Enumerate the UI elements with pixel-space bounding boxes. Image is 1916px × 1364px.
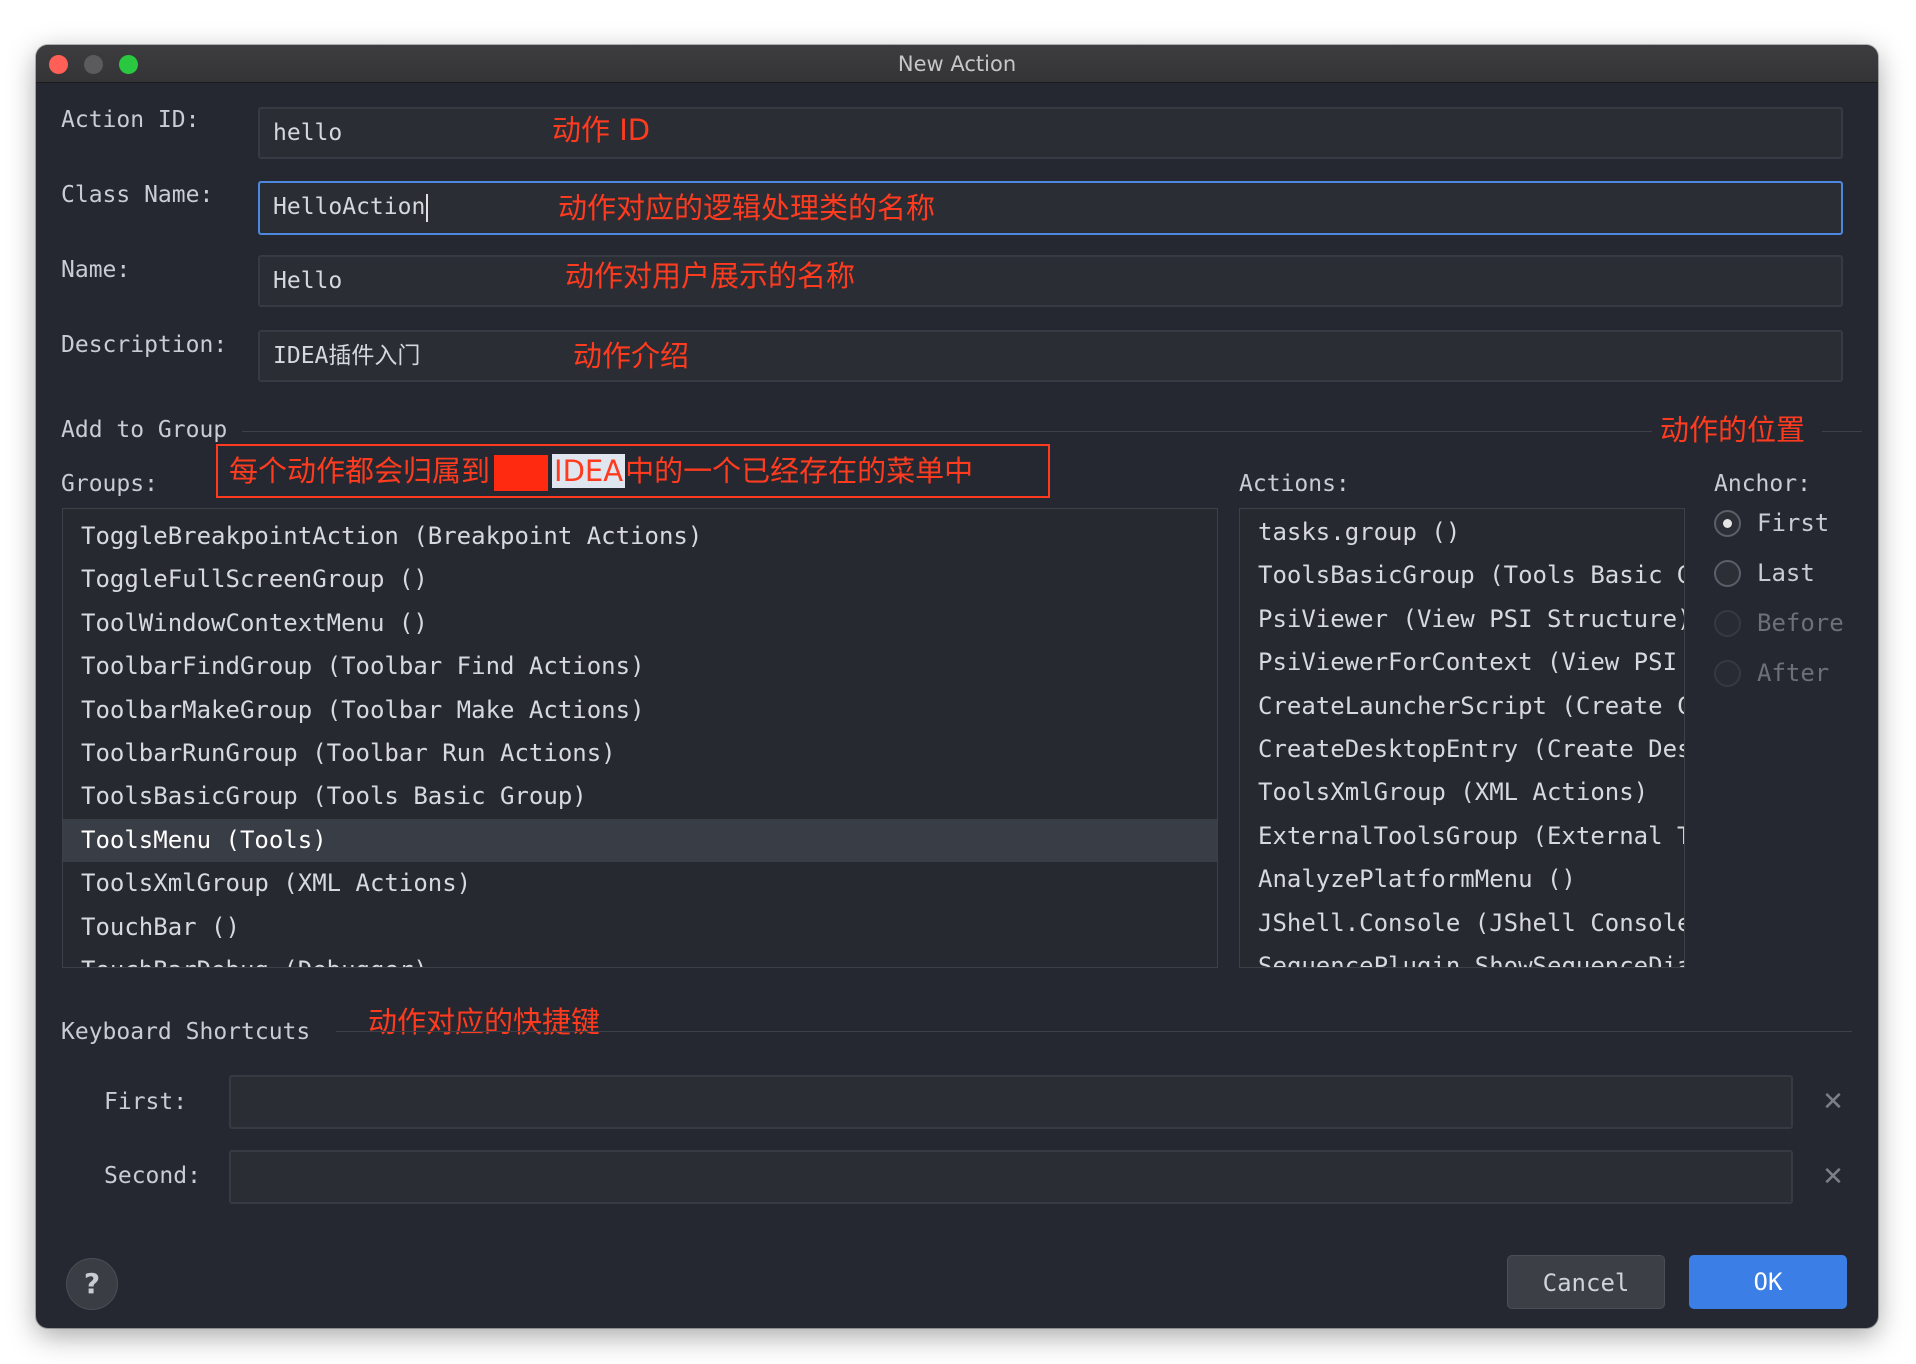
name-input[interactable]: Hello: [258, 255, 1843, 307]
list-item[interactable]: ToolsBasicGroup (Tools Basic Group): [1240, 554, 1684, 597]
redacted-mark: [494, 455, 549, 491]
list-item[interactable]: TouchBarDebug (Debugger): [63, 949, 1217, 967]
anchor-after-radio: After: [1714, 653, 1829, 693]
list-item[interactable]: ToggleBreakpointAction (Breakpoint Actio…: [63, 515, 1217, 558]
window-title: New Action: [897, 52, 1017, 76]
clear-second-shortcut-icon[interactable]: ✕: [1821, 1164, 1845, 1190]
class-name-value: HelloAction: [273, 194, 426, 220]
keyboard-shortcuts-heading: Keyboard Shortcuts: [61, 1019, 311, 1045]
anchor-first-radio[interactable]: First: [1714, 503, 1829, 543]
new-action-dialog: New Action Action ID: hello 动作 ID Class …: [36, 45, 1878, 1328]
cancel-button[interactable]: Cancel: [1507, 1255, 1665, 1309]
second-shortcut-input[interactable]: [229, 1150, 1793, 1204]
groups-list[interactable]: ToggleBreakpointAction (Breakpoint Actio…: [62, 508, 1218, 968]
actions-list[interactable]: tasks.group () ToolsBasicGroup (Tools Bas…: [1239, 508, 1685, 968]
class-name-label: Class Name:: [61, 182, 214, 208]
radio-button[interactable]: [1714, 559, 1741, 587]
radio-label: Before: [1757, 609, 1844, 637]
groups-annotation-highlight: IDEA: [552, 454, 626, 488]
description-annotation: 动作介绍: [573, 339, 690, 373]
anchor-label: Anchor:: [1714, 471, 1811, 497]
title-bar: New Action: [36, 45, 1878, 83]
list-item[interactable]: CreateDesktopEntry (Create Desktop Entry…: [1240, 728, 1684, 771]
radio-button: [1714, 659, 1741, 687]
list-item[interactable]: TouchBar (): [63, 906, 1217, 949]
list-item[interactable]: ExternalToolsGroup (External Tools): [1240, 815, 1684, 858]
anchor-radio-group: First Last Before After: [1714, 503, 1874, 703]
add-to-group-divider: [242, 431, 1652, 432]
list-item[interactable]: JShell.Console (JShell Console...): [1240, 902, 1684, 945]
anchor-annotation: 动作的位置: [1660, 413, 1806, 447]
list-item[interactable]: ToggleFullScreenGroup (): [63, 558, 1217, 601]
list-item[interactable]: PsiViewerForContext (View PSI Structure …: [1240, 641, 1684, 684]
actions-label: Actions:: [1239, 471, 1350, 497]
help-button[interactable]: ?: [66, 1258, 118, 1310]
class-name-annotation: 动作对应的逻辑处理类的名称: [558, 191, 936, 225]
clear-first-shortcut-icon[interactable]: ✕: [1821, 1089, 1845, 1115]
ok-button[interactable]: OK: [1689, 1255, 1847, 1309]
list-item[interactable]: ToolsXmlGroup (XML Actions): [1240, 771, 1684, 814]
anchor-before-radio: Before: [1714, 603, 1844, 643]
text-caret: [426, 193, 429, 222]
radio-label: After: [1757, 659, 1830, 687]
shortcuts-annotation: 动作对应的快捷键: [368, 1005, 601, 1039]
name-annotation: 动作对用户展示的名称: [565, 259, 856, 293]
list-item[interactable]: AnalyzePlatformMenu (): [1240, 858, 1684, 901]
groups-annotation-end: 中的一个已经存在的菜单中: [625, 454, 974, 488]
groups-label: Groups:: [61, 471, 158, 497]
list-item[interactable]: ToolbarRunGroup (Toolbar Run Actions): [63, 732, 1217, 775]
list-item[interactable]: tasks.group (): [1240, 511, 1684, 554]
radio-label: Last: [1757, 559, 1815, 587]
list-item[interactable]: ToolbarFindGroup (Toolbar Find Actions): [63, 645, 1217, 688]
add-to-group-divider-end: [1822, 431, 1862, 432]
description-input[interactable]: IDEA插件入门: [258, 330, 1843, 382]
first-shortcut-label: First:: [104, 1089, 188, 1115]
action-id-label: Action ID:: [61, 107, 200, 133]
list-item[interactable]: ToolsMenu (Tools): [63, 818, 1217, 863]
description-label: Description:: [61, 332, 228, 358]
radio-button[interactable]: [1714, 509, 1741, 537]
list-item[interactable]: ToolWindowContextMenu (): [63, 602, 1217, 645]
class-name-input[interactable]: HelloAction: [258, 181, 1843, 235]
radio-button: [1714, 609, 1741, 637]
list-item[interactable]: ToolsBasicGroup (Tools Basic Group): [63, 775, 1217, 818]
list-item[interactable]: PsiViewer (View PSI Structure): [1240, 598, 1684, 641]
second-shortcut-label: Second:: [104, 1163, 201, 1189]
first-shortcut-input[interactable]: [229, 1075, 1793, 1129]
action-id-input[interactable]: hello: [258, 107, 1843, 159]
shortcuts-divider: [336, 1031, 1852, 1032]
list-item[interactable]: ToolsXmlGroup (XML Actions): [63, 862, 1217, 905]
name-label: Name:: [61, 257, 131, 283]
add-to-group-heading: Add to Group: [61, 417, 228, 443]
list-item[interactable]: CreateLauncherScript (Create Command-lin…: [1240, 685, 1684, 728]
list-item[interactable]: ToolbarMakeGroup (Toolbar Make Actions): [63, 689, 1217, 732]
list-item[interactable]: SequencePlugin.ShowSequenceDiagram: [1240, 945, 1684, 967]
groups-annotation-start: 每个动作都会归属到: [229, 454, 491, 488]
radio-label: First: [1757, 509, 1830, 537]
groups-annotation: 每个动作都会归属到 IDEA中的一个已经存在的菜单中: [229, 451, 973, 491]
action-id-annotation: 动作 ID: [552, 113, 651, 147]
anchor-last-radio[interactable]: Last: [1714, 553, 1815, 593]
